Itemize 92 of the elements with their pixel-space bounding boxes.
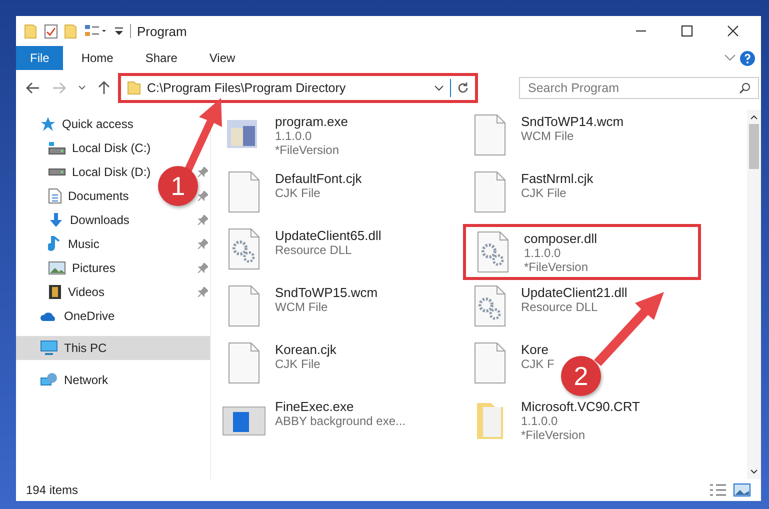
file-item[interactable]: DefaultFont.cjk CJK File [217, 167, 366, 217]
refresh-icon[interactable] [457, 82, 469, 94]
file-item[interactable]: SndToWP14.wcm WCM File [463, 110, 628, 160]
address-bar[interactable]: C:\Program Files\Program Directory [118, 73, 478, 103]
pin-icon[interactable] [198, 239, 208, 249]
back-arrow-icon[interactable] [26, 82, 40, 94]
document-icon [48, 188, 62, 204]
file-detail: 1.1.0.0 [275, 129, 313, 143]
file-item[interactable]: composer.dll 1.1.0.0 *FileVersion [463, 224, 701, 280]
folder-icon [127, 81, 141, 95]
file-name: DefaultFont.cjk [275, 171, 362, 186]
file-detail: CJK File [275, 186, 322, 200]
pin-icon[interactable] [198, 287, 208, 297]
item-count: 194 items [26, 483, 78, 497]
file-name: UpdateClient65.dll [275, 228, 382, 243]
chevron-down-icon[interactable] [434, 85, 444, 91]
star-icon [40, 116, 56, 132]
file-name: Microsoft.VC90.CRT [521, 399, 640, 414]
ribbon-tab[interactable]: Home [67, 46, 128, 70]
details-view-icon[interactable] [709, 483, 727, 497]
view-list-icon[interactable] [84, 24, 108, 38]
file-detail: ABBY background exe... [275, 414, 406, 428]
sidebar-item[interactable]: Music [16, 232, 104, 256]
ribbon-tab[interactable]: File [16, 46, 64, 70]
file-item[interactable]: UpdateClient21.dll Resource DLL [463, 281, 632, 331]
file-detail: 1.1.0.0 [524, 246, 562, 260]
close-icon[interactable] [727, 25, 739, 37]
drive-icon [48, 141, 66, 155]
file-detail: Resource DLL [521, 300, 599, 314]
sidebar-item[interactable]: Pictures [16, 256, 120, 280]
scroll-up-icon[interactable] [750, 114, 758, 120]
file-name: composer.dll [524, 231, 597, 246]
recent-dropdown-icon[interactable] [78, 85, 86, 91]
file-item[interactable]: FineExec.exe ABBY background exe... [217, 395, 410, 445]
maximize-icon[interactable] [681, 25, 693, 37]
file-name: UpdateClient21.dll [521, 285, 628, 300]
sidebar-item[interactable]: This PC [16, 336, 210, 360]
film-icon [48, 284, 62, 300]
dropdown-icon[interactable] [114, 25, 124, 37]
file-item[interactable]: SndToWP15.wcm WCM File [217, 281, 382, 331]
file-detail: WCM File [275, 300, 329, 314]
sidebar-item[interactable]: Quick access [16, 112, 138, 136]
ribbon-tab[interactable]: View [195, 46, 250, 70]
download-icon [48, 212, 64, 228]
file-detail: 1.1.0.0 [521, 414, 559, 428]
up-arrow-icon[interactable] [98, 81, 110, 95]
file-detail: CJK File [275, 357, 322, 371]
sidebar-item[interactable]: Local Disk (D:) [16, 160, 155, 184]
file-detail: CJK F [521, 357, 554, 371]
sidebar-item[interactable]: Documents [16, 184, 133, 208]
file-name: Kore [521, 342, 550, 357]
file-name: SndToWP14.wcm [521, 114, 624, 129]
sidebar-item[interactable]: Local Disk (C:) [16, 136, 155, 160]
music-note-icon [48, 236, 62, 252]
file-item[interactable]: program.exe 1.1.0.0 *FileVersion [217, 110, 352, 160]
ribbon-tab[interactable]: Share [131, 46, 192, 70]
sidebar-item[interactable]: Network [16, 368, 112, 392]
sidebar-item[interactable]: OneDrive [16, 304, 119, 328]
file-name: SndToWP15.wcm [275, 285, 378, 300]
scrollbar-thumb[interactable] [749, 124, 759, 169]
file-item[interactable]: FastNrml.cjk CJK File [463, 167, 598, 217]
file-detail: *FileVersion [275, 143, 340, 157]
pin-icon[interactable] [198, 191, 208, 201]
file-item[interactable]: UpdateClient65.dll Resource DLL [217, 224, 386, 274]
file-detail: *FileVersion [524, 260, 590, 274]
help-icon[interactable] [740, 50, 755, 66]
file-detail: Resource DLL [275, 243, 353, 257]
picture-icon [48, 261, 66, 275]
file-name: Korean.cjk [275, 342, 336, 357]
monitor-icon [40, 340, 58, 356]
file-item[interactable]: Kore CJK F [463, 338, 558, 388]
pin-icon[interactable] [198, 215, 208, 225]
thumbnail-view-icon[interactable] [733, 483, 751, 497]
file-item[interactable]: Korean.cjk CJK File [217, 338, 340, 388]
file-name: FastNrml.cjk [521, 171, 594, 186]
file-detail: *FileVersion [521, 428, 586, 442]
network-icon [40, 372, 58, 388]
file-name: FineExec.exe [275, 399, 355, 414]
file-detail: CJK File [521, 186, 568, 200]
window-title: Program [137, 24, 187, 38]
sidebar-item[interactable]: Videos [16, 280, 108, 304]
pin-icon[interactable] [198, 167, 208, 177]
file-detail: WCM File [521, 129, 575, 143]
sidebar-item[interactable]: Downloads [16, 208, 134, 232]
pin-icon[interactable] [198, 263, 208, 273]
scroll-down-icon[interactable] [750, 469, 758, 475]
properties-icon[interactable] [44, 23, 58, 39]
drive-icon [48, 168, 66, 176]
file-item[interactable]: Microsoft.VC90.CRT 1.1.0.0 *FileVersion [463, 395, 644, 445]
search-field[interactable]: Search Program [519, 77, 759, 99]
file-name: program.exe [275, 114, 348, 129]
scrollbar[interactable] [747, 110, 761, 479]
